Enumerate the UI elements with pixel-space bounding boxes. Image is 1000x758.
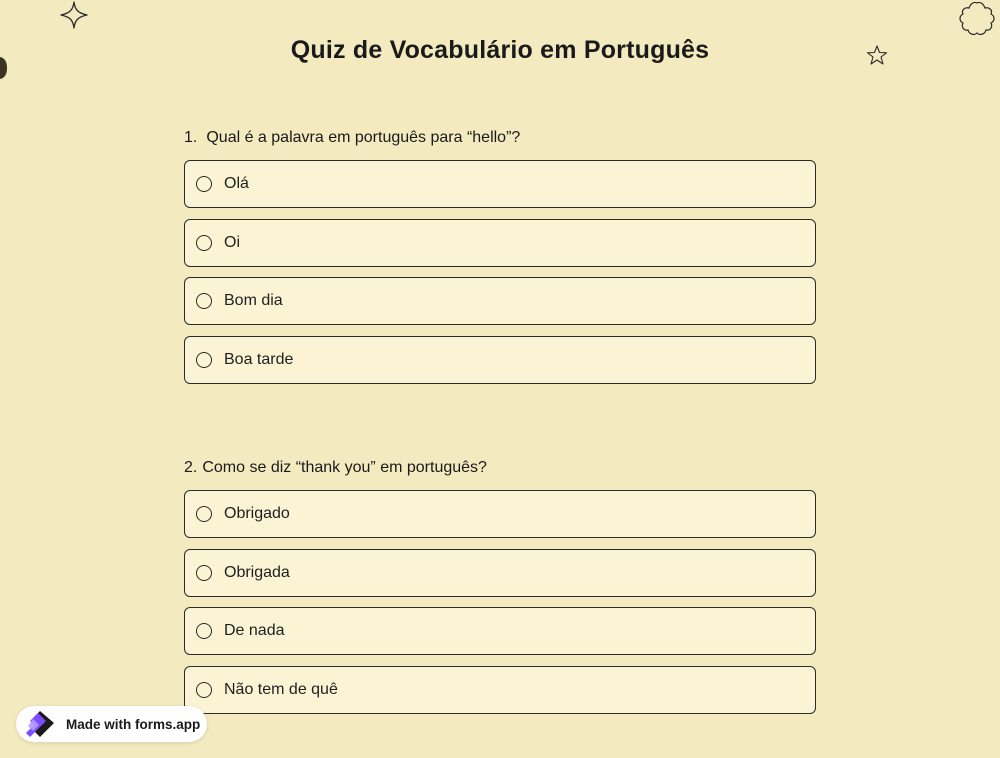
option-de-nada[interactable]: De nada xyxy=(184,607,816,655)
radio-button[interactable] xyxy=(196,293,212,309)
question-2-number: 2. xyxy=(184,459,198,476)
made-with-forms-app-badge[interactable]: Made with forms.app xyxy=(16,706,207,742)
option-label: Obrigada xyxy=(224,563,290,581)
option-obrigada[interactable]: Obrigada xyxy=(184,548,816,597)
radio-button[interactable] xyxy=(196,176,212,192)
option-nao-tem-de-que[interactable]: Não tem de quê xyxy=(184,665,816,714)
option-ola[interactable]: Olá xyxy=(184,160,816,208)
question-1-label: Qual é a palavra em português para “hell… xyxy=(206,129,521,146)
question-2: 2. Como se diz “thank you” em português?… xyxy=(184,458,816,724)
radio-button[interactable] xyxy=(196,506,212,522)
option-label: De nada xyxy=(224,622,285,639)
question-1-text: 1. Qual é a palavra em português para “h… xyxy=(184,128,816,148)
page-title: Quiz de Vocabulário em Português xyxy=(290,36,710,64)
option-oi[interactable]: Oi xyxy=(184,218,816,267)
flower-outline-icon xyxy=(959,1,995,36)
badge-label: Made with forms.app xyxy=(66,716,201,732)
option-obrigado[interactable]: Obrigado xyxy=(184,490,816,538)
radio-button[interactable] xyxy=(196,351,212,368)
forms-app-logo-icon xyxy=(26,711,54,737)
question-2-text: 2. Como se diz “thank you” em português? xyxy=(184,458,816,478)
option-bom-dia[interactable]: Bom dia xyxy=(184,277,816,325)
sparkle-star-icon xyxy=(60,1,88,29)
option-label: Oi xyxy=(224,233,240,251)
option-boa-tarde[interactable]: Boa tarde xyxy=(184,335,816,384)
option-label: Boa tarde xyxy=(224,350,294,368)
option-label: Olá xyxy=(224,175,249,192)
radio-button[interactable] xyxy=(196,623,212,639)
radio-button[interactable] xyxy=(196,681,212,698)
radio-button[interactable] xyxy=(196,234,212,251)
question-1: 1. Qual é a palavra em português para “h… xyxy=(184,128,816,394)
option-label: Bom dia xyxy=(224,292,283,309)
radio-button[interactable] xyxy=(196,564,212,581)
option-label: Não tem de quê xyxy=(224,680,338,698)
question-1-number: 1. xyxy=(184,129,198,146)
question-2-label: Como se diz “thank you” em português? xyxy=(202,459,487,476)
option-label: Obrigado xyxy=(224,505,290,522)
